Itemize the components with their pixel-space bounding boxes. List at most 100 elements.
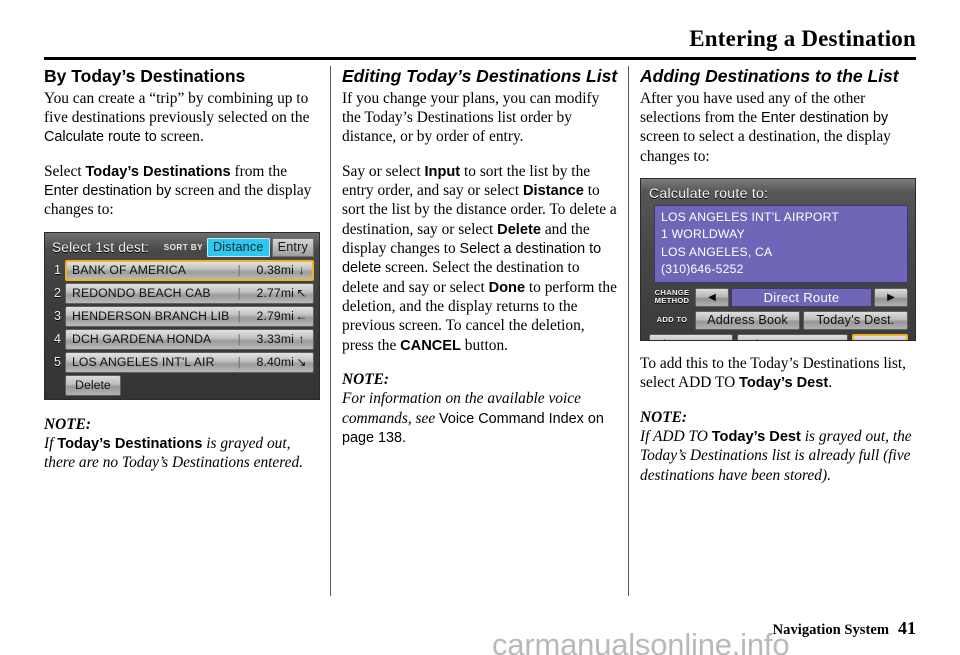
left-p2-a: Select [44, 162, 86, 180]
nav2-address-panel: LOS ANGELES INT'L AIRPORT 1 WORLDWAY LOS… [654, 204, 908, 284]
nav2-add-to-row: ADD TO Address Book Today’s Dest. [649, 310, 908, 330]
middle-p2-distance: Distance [523, 182, 584, 199]
nav-screenshot-calculate-route-to: Calculate route to: LOS ANGELES INT'L AI… [640, 177, 916, 341]
left-p2-bold: Today’s Destinations [85, 163, 231, 180]
nav1-sort-entry-button[interactable]: Entry [271, 237, 314, 257]
nav1-row-name: BANK OF AMERICA [72, 263, 186, 278]
nav2-title: Calculate route to: [649, 184, 769, 201]
right-p2-b: . [828, 374, 833, 392]
right-paragraph-1: After you have used any of the other sel… [640, 89, 916, 166]
left-paragraph-2: Select Today’s Destinations from the Ent… [44, 162, 320, 220]
nav1-row-name: HENDERSON BRANCH LIB [72, 309, 230, 324]
nav2-ok-button[interactable]: OK [852, 334, 908, 340]
arrow-down-icon: ↓ [298, 263, 305, 278]
nav1-row-name: DCH GARDENA HONDA [72, 332, 212, 347]
nav2-address-line-3: LOS ANGELES, CA [661, 244, 773, 259]
column-right: Adding Destinations to the List After yo… [640, 66, 916, 596]
header-divider [44, 57, 916, 60]
nav2-add-to-label: ADD TO [656, 315, 688, 325]
left-p1-a: You can create a “trip” by combining up … [44, 89, 310, 126]
manual-page: Entering a Destination By Today’s Destin… [0, 0, 960, 655]
nav1-row-button[interactable]: HENDERSON BRANCH LIB | 2.79mi ← [65, 305, 314, 327]
nav1-row-index: 1 [54, 263, 61, 278]
middle-p2-done: Done [488, 279, 526, 296]
middle-paragraph-2: Say or select Input to sort the list by … [342, 162, 618, 355]
middle-paragraph-1: If you change your plans, you can modify… [342, 89, 600, 146]
nav1-header-row: Select 1st dest: SORT BY Distance Entry [52, 237, 314, 257]
nav2-change-method-row: CHANGE METHOD ◀ Direct Route ▶ [649, 287, 908, 307]
nav1-row-button[interactable]: LOS ANGELES INT'L AIR | 8.40mi ↘ [65, 351, 314, 373]
footer-page-number: 41 [898, 618, 916, 638]
nav-screenshot-select-1st-dest: Select 1st dest: SORT BY Distance Entry … [44, 231, 320, 400]
right-note: NOTE: If ADD TO Today’s Dest is grayed ou… [640, 408, 916, 485]
nav1-list-item-4[interactable]: 4 DCH GARDENA HONDA | 3.33mi ↑ [50, 328, 314, 350]
nav2-address-book-button[interactable]: Address Book [695, 310, 800, 330]
left-note-bold: Today’s Destinations [57, 435, 203, 452]
nav1-delete-row: Delete [50, 374, 314, 396]
right-note-a: If ADD TO [640, 427, 712, 445]
right-spacer-2 [640, 393, 916, 408]
nav2-view-routes-button[interactable]: View Routes [649, 334, 733, 340]
nav1-list-item-2[interactable]: 2 REDONDO BEACH CAB | 2.77mi ↖ [50, 282, 314, 304]
nav1-sort-distance-button[interactable]: Distance [206, 237, 270, 257]
column-gap-1 [320, 66, 342, 596]
nav1-row-separator: | [237, 286, 241, 301]
right-spacer-1 [640, 341, 916, 354]
nav1-row-separator: | [237, 355, 241, 370]
nav2-todays-dest-button[interactable]: Today’s Dest. [803, 310, 908, 330]
nav2-address-line-1: LOS ANGELES INT'L AIRPORT [661, 209, 840, 224]
middle-p2-a: Say or select [342, 162, 425, 180]
nav2-change-method-label: CHANGE METHOD [654, 287, 690, 306]
nav2-address-line-2: 1 WORLDWAY [661, 227, 745, 242]
right-p2-bold: Today’s Dest [739, 375, 829, 392]
left-p1-screen: Calculate route to [44, 129, 157, 146]
nav1-row-index: 3 [54, 309, 61, 324]
page-header: Entering a Destination [44, 26, 916, 51]
nav1-row-index: 2 [54, 286, 61, 301]
nav1-row-distance: 2.79mi [256, 309, 294, 324]
left-heading: By Today’s Destinations [44, 66, 246, 86]
nav1-row-distance: 3.33mi [256, 332, 294, 347]
middle-p2-cancel: CANCEL [400, 337, 461, 354]
column-gap-2 [618, 66, 640, 596]
middle-p2-delete: Delete [497, 221, 541, 238]
nav1-list-item-5[interactable]: 5 LOS ANGELES INT'L AIR | 8.40mi ↘ [50, 351, 314, 373]
left-p2-b: from the [230, 162, 288, 180]
right-p1-screen: Enter destination by [760, 109, 889, 126]
nav1-list-item-3[interactable]: 3 HENDERSON BRANCH LIB | 2.79mi ← [50, 305, 314, 327]
nav1-row-index: 5 [54, 355, 61, 370]
nav1-row-separator: | [237, 309, 241, 324]
nav1-row-button[interactable]: BANK OF AMERICA | 0.38mi ↓ [65, 259, 314, 281]
left-p2-screen: Enter destination by [44, 182, 172, 199]
arrow-down-right-icon: ↘ [296, 355, 307, 370]
nav1-row-distance: 0.38mi [256, 263, 294, 278]
left-p1-b: screen. [156, 128, 204, 146]
middle-heading: Editing Today’s Destinations List [342, 66, 618, 86]
nav1-delete-button[interactable]: Delete [65, 374, 121, 396]
nav1-row-name: LOS ANGELES INT'L AIR [72, 355, 215, 370]
arrow-up-left-icon: ↖ [296, 286, 307, 301]
nav1-row-name: REDONDO BEACH CAB [72, 286, 211, 301]
nav1-row-separator: | [237, 263, 241, 278]
nav1-list-item-1[interactable]: 1 BANK OF AMERICA | 0.38mi ↓ [50, 259, 314, 281]
column-middle: Editing Today’s Destinations List If you… [342, 66, 618, 596]
nav2-address-line-4: (310)646-5252 [661, 261, 744, 276]
left-note-a: If [44, 434, 58, 452]
right-note-label: NOTE: [640, 408, 688, 426]
right-note-bold: Today’s Dest [711, 428, 801, 445]
middle-note-label: NOTE: [342, 370, 390, 388]
nav2-view-dest-map-button[interactable]: View Dest. Map [737, 334, 848, 340]
nav1-row-index: 4 [54, 332, 61, 347]
nav2-bottom-row: View Routes View Dest. Map OK [649, 334, 908, 340]
nav1-row-distance: 2.77mi [256, 286, 294, 301]
arrow-up-icon: ↑ [298, 332, 305, 347]
nav1-row-button[interactable]: DCH GARDENA HONDA | 3.33mi ↑ [65, 328, 314, 350]
footer-label: Navigation System [772, 622, 889, 638]
right-heading: Adding Destinations to the List [640, 66, 899, 86]
middle-p2-g: button. [460, 336, 508, 354]
nav1-title: Select 1st dest: [52, 239, 150, 255]
chevron-left-icon[interactable]: ◀ [695, 287, 729, 307]
nav1-row-button[interactable]: REDONDO BEACH CAB | 2.77mi ↖ [65, 282, 314, 304]
chevron-right-icon[interactable]: ▶ [874, 287, 908, 307]
right-p1-b: screen to select a destination, the disp… [640, 128, 891, 165]
